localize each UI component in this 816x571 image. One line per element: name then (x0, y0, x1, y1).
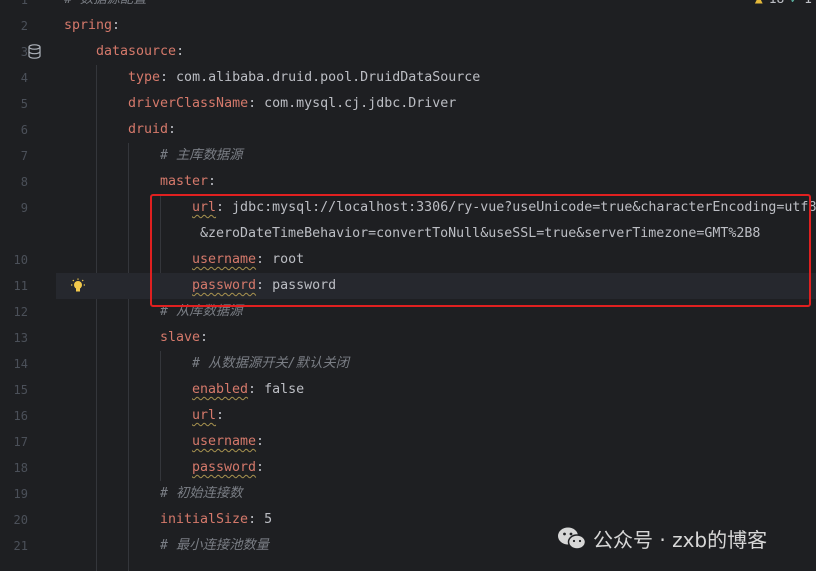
line-number: 16 (13, 409, 28, 423)
code-line[interactable]: druid: (56, 117, 816, 143)
code-line[interactable]: driverClassName: com.mysql.cj.jdbc.Drive… (56, 91, 816, 117)
line-number: 11 (13, 279, 28, 293)
yaml-key: url (192, 408, 217, 423)
database-icon[interactable] (28, 44, 41, 59)
code-comment: # 初始连接数 (160, 486, 243, 501)
yaml-separator: : (200, 330, 209, 345)
yaml-key: driverClassName (128, 96, 249, 111)
code-comment: # 主库数据源 (160, 148, 243, 163)
line-number: 15 (13, 383, 28, 397)
yaml-key: type (128, 70, 161, 85)
line-number: 7 (20, 149, 28, 163)
yaml-separator: : (248, 96, 257, 111)
code-line[interactable]: # 主库数据源 (56, 143, 816, 169)
code-line[interactable]: datasource: (56, 39, 816, 65)
line-number: 8 (20, 175, 28, 189)
yaml-key: druid (128, 122, 169, 137)
line-number: 10 (13, 253, 28, 267)
code-comment: # 数据源配置 (64, 0, 147, 7)
line-number: 4 (20, 71, 28, 85)
line-number: 9 (20, 201, 28, 215)
yaml-key: username (192, 434, 257, 449)
code-comment: # 从数据源开关/默认关闭 (192, 356, 349, 371)
yaml-key: spring (64, 18, 113, 33)
yaml-separator: : (216, 408, 225, 423)
line-number: 18 (13, 461, 28, 475)
line-number: 5 (20, 97, 28, 111)
yaml-separator: : (160, 70, 169, 85)
line-number: 17 (13, 435, 28, 449)
code-line[interactable]: # 初始连接数 (56, 481, 816, 507)
yaml-key: password (192, 460, 257, 475)
yaml-key: enabled (192, 382, 249, 397)
yaml-key: master (160, 174, 209, 189)
line-number: 21 (13, 539, 28, 553)
yaml-separator: : (256, 434, 265, 449)
line-number: 12 (13, 305, 28, 319)
yaml-separator: : (168, 122, 177, 137)
code-line[interactable]: # 数据源配置 (56, 0, 816, 13)
yaml-separator: : (208, 174, 217, 189)
yaml-separator: : (256, 460, 265, 475)
code-line[interactable]: type: com.alibaba.druid.pool.DruidDataSo… (56, 65, 816, 91)
watermark: 公众号 · zxb的博客 (557, 524, 767, 553)
line-number: 14 (13, 357, 28, 371)
code-line[interactable]: enabled: false (56, 377, 816, 403)
yaml-key: slave (160, 330, 201, 345)
code-line[interactable]: # 从数据源开关/默认关闭 (56, 351, 816, 377)
yaml-key: datasource (96, 44, 177, 59)
yaml-separator: : (112, 18, 121, 33)
yaml-key: initialSize (160, 512, 249, 527)
code-line[interactable]: slave: (56, 325, 816, 351)
line-number: 20 (13, 513, 28, 527)
highlight-box (150, 194, 811, 307)
wechat-icon (558, 527, 587, 550)
code-comment: # 最小连接池数量 (160, 538, 270, 553)
code-editor[interactable]: ▲ 18 ✓ 1 1# 数据源配置2spring:3datasource:4ty… (0, 0, 816, 571)
yaml-value: 5 (256, 512, 273, 527)
yaml-value: false (256, 382, 305, 397)
yaml-value: com.mysql.cj.jdbc.Driver (256, 96, 457, 111)
line-number: 2 (20, 19, 28, 33)
yaml-separator: : (248, 512, 257, 527)
line-number: 13 (13, 331, 28, 345)
line-number: 1 (20, 0, 28, 7)
yaml-value: com.alibaba.druid.pool.DruidDataSource (168, 70, 481, 85)
line-number: 3 (20, 45, 28, 59)
code-line[interactable]: spring: (56, 13, 816, 39)
code-line[interactable]: master: (56, 169, 816, 195)
code-line[interactable]: password: (56, 455, 816, 481)
code-line[interactable]: url: (56, 403, 816, 429)
lightbulb-icon[interactable] (70, 278, 86, 294)
line-number: 6 (20, 123, 28, 137)
yaml-separator: : (176, 44, 185, 59)
code-line[interactable]: username: (56, 429, 816, 455)
yaml-separator: : (248, 382, 257, 397)
watermark-text: 公众号 · zxb的博客 (593, 528, 768, 552)
line-number: 19 (13, 487, 28, 501)
